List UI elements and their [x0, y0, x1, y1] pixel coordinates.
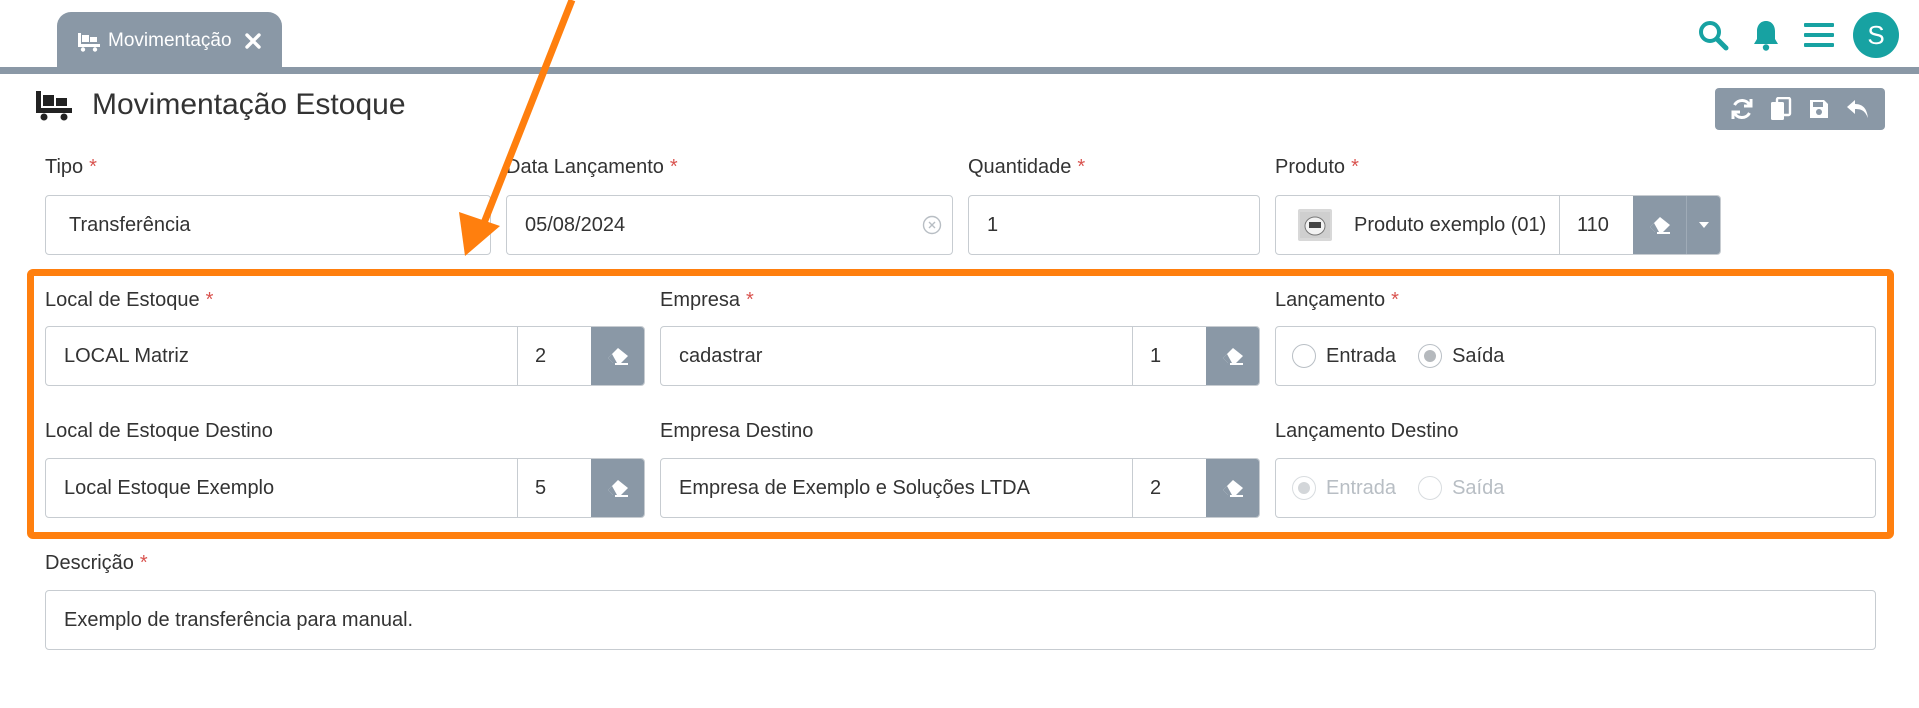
pallet-cart-icon [76, 30, 102, 52]
tab-label: Movimentação [108, 29, 232, 51]
bell-icon[interactable] [1748, 17, 1784, 53]
page-title: Movimentação Estoque [92, 88, 406, 121]
radio-entrada[interactable]: Entrada [1292, 344, 1396, 368]
save-icon[interactable] [1803, 93, 1835, 125]
tipo-select[interactable]: Transferência [45, 195, 491, 255]
avatar[interactable]: S [1853, 12, 1899, 58]
copy-icon[interactable] [1765, 93, 1797, 125]
lancamento-destino-radio-group: Entrada Saída [1275, 458, 1876, 518]
refresh-icon[interactable] [1726, 93, 1758, 125]
local-estoque-destino-lookup[interactable]: Local Estoque Exemplo 5 [45, 458, 645, 518]
page-header: Movimentação Estoque [34, 88, 406, 122]
empresa-destino-lookup[interactable]: Empresa de Exemplo e Soluções LTDA 2 [660, 458, 1260, 518]
local-estoque-label: Local de Estoque * [45, 289, 214, 311]
eraser-icon[interactable] [1206, 327, 1259, 385]
toolbar [1715, 88, 1885, 130]
radio-saida[interactable]: Saída [1418, 344, 1504, 368]
produto-lookup[interactable]: Produto exemplo (01) 110 [1275, 195, 1721, 255]
quantidade-input[interactable]: 1 [968, 195, 1260, 255]
top-actions: S [1678, 12, 1899, 58]
local-estoque-destino-label: Local de Estoque Destino [45, 420, 273, 442]
empresa-lookup[interactable]: cadastrar 1 [660, 326, 1260, 386]
menu-icon[interactable] [1801, 17, 1837, 53]
clear-icon[interactable] [912, 215, 952, 235]
lancamento-label: Lançamento * [1275, 289, 1399, 311]
eraser-icon[interactable] [591, 327, 644, 385]
empresa-destino-label: Empresa Destino [660, 420, 814, 442]
radio-saida-destino: Saída [1418, 476, 1504, 500]
radio-entrada-destino: Entrada [1292, 476, 1396, 500]
tipo-label: Tipo * [45, 156, 97, 178]
pallet-cart-icon [34, 89, 74, 121]
top-bar: Movimentação S [0, 0, 1919, 74]
tab-movimentacao[interactable]: Movimentação [57, 12, 282, 69]
close-icon[interactable] [244, 32, 262, 50]
descricao-label: Descrição * [45, 552, 148, 574]
eraser-icon[interactable] [1633, 196, 1686, 254]
eraser-icon[interactable] [1206, 459, 1259, 517]
product-thumbnail [1298, 209, 1332, 241]
tab-bar-divider [0, 67, 1919, 74]
descricao-input[interactable]: Exemplo de transferência para manual. [45, 590, 1876, 650]
lancamento-destino-label: Lançamento Destino [1275, 420, 1459, 442]
lancamento-radio-group: Entrada Saída [1275, 326, 1876, 386]
search-icon[interactable] [1695, 17, 1731, 53]
produto-label: Produto * [1275, 156, 1359, 178]
empresa-label: Empresa * [660, 289, 754, 311]
chevron-down-icon[interactable] [1686, 196, 1720, 254]
local-estoque-lookup[interactable]: LOCAL Matriz 2 [45, 326, 645, 386]
quantidade-label: Quantidade * [968, 156, 1086, 178]
data-lancamento-label: Data Lançamento * [506, 156, 678, 178]
data-lancamento-input[interactable]: 05/08/2024 [506, 195, 953, 255]
undo-icon[interactable] [1842, 93, 1874, 125]
eraser-icon[interactable] [591, 459, 644, 517]
